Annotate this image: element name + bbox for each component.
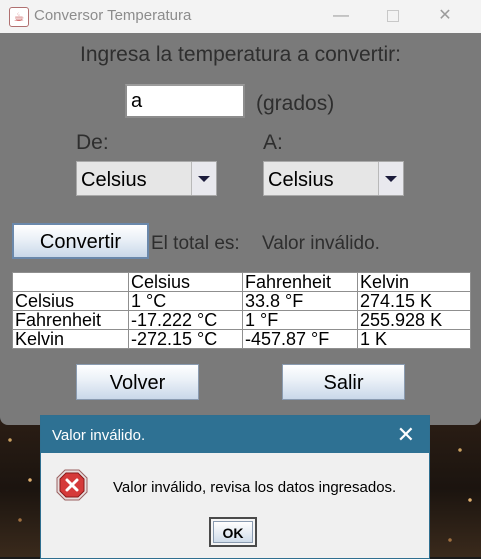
from-unit-value: Celsius (81, 169, 147, 191)
chevron-down-icon[interactable] (191, 162, 216, 195)
table-cell: -457.87 °F (242, 329, 358, 349)
close-button[interactable]: ✕ (430, 5, 460, 27)
convert-button[interactable]: Convertir (12, 223, 149, 259)
back-button[interactable]: Volver (76, 364, 199, 400)
table-cell: 1 °C (128, 291, 243, 311)
table-header-cell (12, 272, 129, 292)
total-value: Valor inválido. (262, 233, 380, 254)
error-dialog: Valor inválido. ✕ Valor inválido, revisa… (40, 415, 430, 559)
table-cell: 1 °F (242, 310, 358, 330)
from-label: De: (76, 131, 109, 154)
java-app-icon: ☕ (9, 7, 29, 27)
maximize-icon (387, 10, 399, 22)
from-unit-select[interactable]: Celsius (76, 161, 217, 196)
maximize-button[interactable] (378, 5, 408, 27)
table-cell: -272.15 °C (128, 329, 243, 349)
error-icon (56, 469, 88, 501)
table-header-cell: Kelvin (357, 272, 471, 292)
to-label: A: (263, 131, 283, 154)
units-label: (grados) (256, 92, 335, 115)
table-header-cell: Celsius (128, 272, 243, 292)
table-cell: 274.15 K (357, 291, 471, 311)
page-title: Ingresa la temperatura a convertir: (80, 43, 401, 66)
table-cell: Kelvin (12, 329, 129, 349)
conversion-table: Celsius Fahrenheit Kelvin Celsius 1 °C 3… (12, 272, 471, 349)
dialog-title: Valor inválido. (52, 427, 146, 444)
table-row: Fahrenheit -17.222 °C 1 °F 255.928 K (12, 310, 471, 330)
total-label: El total es: (151, 233, 240, 254)
dialog-title-bar: Valor inválido. ✕ (41, 416, 429, 453)
minimize-button[interactable]: — (326, 5, 356, 27)
table-row: Kelvin -272.15 °C -457.87 °F 1 K (12, 329, 471, 349)
table-header-row: Celsius Fahrenheit Kelvin (12, 272, 471, 292)
title-bar: ☕ Conversor Temperatura — ✕ (0, 0, 481, 33)
main-window: ☕ Conversor Temperatura — ✕ Ingresa la t… (0, 0, 481, 425)
dialog-message: Valor inválido, revisa los datos ingresa… (113, 479, 397, 496)
table-cell: Celsius (12, 291, 129, 311)
to-unit-select[interactable]: Celsius (263, 161, 404, 196)
dialog-close-button[interactable]: ✕ (397, 422, 415, 448)
chevron-down-icon[interactable] (378, 162, 403, 195)
table-cell: 255.928 K (357, 310, 471, 330)
table-cell: -17.222 °C (128, 310, 243, 330)
ok-button-label: OK (213, 521, 253, 543)
temperature-input[interactable] (125, 84, 245, 118)
table-cell: 1 K (357, 329, 471, 349)
exit-button[interactable]: Salir (282, 364, 405, 400)
table-cell: 33.8 °F (242, 291, 358, 311)
window-title: Conversor Temperatura (34, 7, 192, 24)
table-header-cell: Fahrenheit (242, 272, 358, 292)
to-unit-value: Celsius (268, 169, 334, 191)
table-row: Celsius 1 °C 33.8 °F 274.15 K (12, 291, 471, 311)
table-cell: Fahrenheit (12, 310, 129, 330)
ok-button[interactable]: OK (209, 517, 257, 547)
